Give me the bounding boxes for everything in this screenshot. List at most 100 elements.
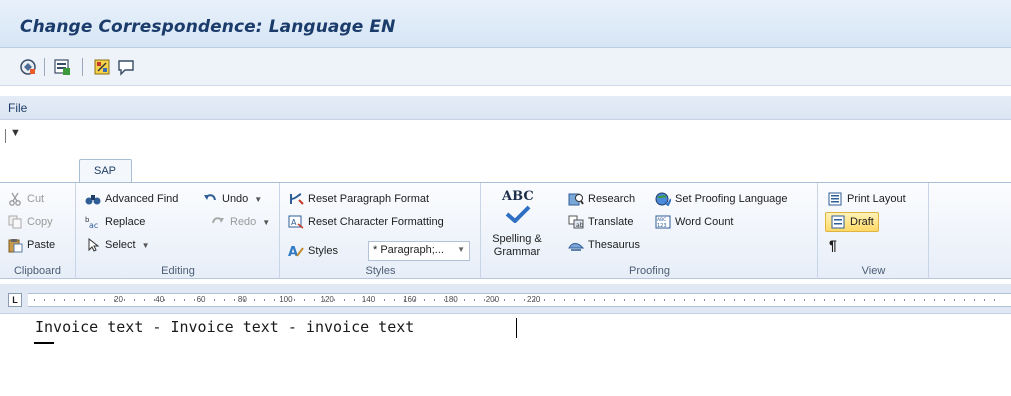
select-label: Select <box>105 239 136 251</box>
checkmark-icon <box>505 205 531 223</box>
ruler-tick <box>664 299 665 301</box>
print-layout-label: Print Layout <box>847 193 906 205</box>
ruler-tick <box>894 299 895 301</box>
set-proofing-language-button[interactable]: Set Proofing Language <box>655 189 788 209</box>
redo-dropdown-icon[interactable]: ▼ <box>262 218 270 227</box>
translate-label: Translate <box>588 216 634 228</box>
local-file-icon[interactable] <box>92 57 112 77</box>
ruler-tick <box>444 299 445 301</box>
copy-button[interactable]: Copy <box>7 212 53 232</box>
print-layout-button[interactable]: Print Layout <box>827 189 906 209</box>
ruler-tick <box>284 299 285 301</box>
comment-icon[interactable] <box>116 57 136 77</box>
cut-button[interactable]: Cut <box>7 189 44 209</box>
sap-toolbar <box>0 48 1011 86</box>
ruler-strip[interactable]: 20406080100120140160180200220 <box>28 293 1011 307</box>
customize-qat-icon[interactable]: ▼ <box>10 127 21 139</box>
ruler-tick <box>534 299 535 301</box>
styles-group-label: Styles <box>365 265 396 277</box>
style-select[interactable]: * Paragraph;... ▼ <box>368 241 470 261</box>
select-button[interactable]: Select ▼ <box>85 235 150 255</box>
replace-button[interactable]: b ac Replace <box>85 212 145 232</box>
paste-button[interactable]: Paste <box>7 235 55 255</box>
editing-group-label: Editing <box>161 265 195 277</box>
ruler-tick <box>974 299 975 301</box>
ruler-tick <box>324 299 325 301</box>
research-button[interactable]: Research <box>568 189 635 209</box>
spelling-grammar-button[interactable]: ABC Spelling & Grammar <box>486 187 548 263</box>
file-menu[interactable]: File <box>8 101 27 115</box>
document-text[interactable]: Invoice text - Invoice text - invoice te… <box>35 318 414 336</box>
ruler-tick <box>314 299 315 301</box>
ruler-tick <box>694 299 695 301</box>
ruler-tick <box>294 299 295 301</box>
ruler-tick <box>414 299 415 301</box>
quick-access-toolbar: ▼ <box>0 121 1011 159</box>
paste-icon <box>7 237 23 253</box>
ruler-tick <box>134 299 135 301</box>
ruler-tick <box>654 299 655 301</box>
reset-paragraph-label: Reset Paragraph Format <box>308 193 430 205</box>
draft-icon <box>830 214 846 230</box>
proofing-group-label: Proofing <box>629 265 670 277</box>
group-styles: Reset Paragraph Format A Reset Character… <box>281 183 481 279</box>
undo-icon <box>202 191 218 207</box>
ruler-tick <box>984 299 985 301</box>
thesaurus-label: Thesaurus <box>588 239 640 251</box>
word-count-icon: ABC 123 <box>655 214 671 230</box>
window-title: Change Correspondence: Language EN <box>20 17 396 37</box>
ruler-tick <box>34 299 35 301</box>
toolbar-separator <box>82 58 83 76</box>
ruler-tick <box>554 299 555 301</box>
ruler-tick <box>584 299 585 301</box>
pointer-icon <box>85 237 101 253</box>
ruler-tick <box>684 299 685 301</box>
draft-button[interactable]: Draft <box>825 212 879 232</box>
ruler-tick <box>64 299 65 301</box>
advanced-find-button[interactable]: Advanced Find <box>85 189 178 209</box>
ribbon: Cut Copy Paste Clipboard Advanced Find U… <box>0 182 1011 279</box>
select-dropdown-icon[interactable]: ▼ <box>142 241 150 250</box>
paste-label: Paste <box>27 239 56 251</box>
word-count-button[interactable]: ABC 123 Word Count <box>655 212 734 232</box>
reset-paragraph-format-button[interactable]: Reset Paragraph Format <box>288 189 429 209</box>
ruler-tick <box>304 299 305 301</box>
redo-button[interactable]: Redo ▼ <box>210 212 270 232</box>
ruler-tick <box>734 299 735 301</box>
ruler[interactable]: L 20406080100120140160180200220 <box>0 284 1011 314</box>
ruler-tick <box>334 299 335 301</box>
show-formatting-button[interactable]: ¶ <box>829 235 837 255</box>
ruler-tick <box>274 299 275 301</box>
ruler-tick <box>874 299 875 301</box>
styles-button[interactable]: A Styles <box>288 241 338 261</box>
redo-icon <box>210 214 226 230</box>
ruler-tick <box>724 299 725 301</box>
svg-text:A: A <box>288 245 298 258</box>
undo-dropdown-icon[interactable]: ▼ <box>254 195 262 204</box>
style-select-value: * Paragraph;... <box>373 244 444 256</box>
ruler-tick <box>344 299 345 301</box>
ruler-tick <box>774 299 775 301</box>
translate-button[interactable]: ab Translate <box>568 212 633 232</box>
reset-character-formatting-button[interactable]: A Reset Character Formatting <box>288 212 444 232</box>
display-change-icon[interactable] <box>18 57 38 77</box>
ruler-tick <box>714 299 715 301</box>
styles-icon: A <box>288 243 304 259</box>
group-clipboard: Cut Copy Paste Clipboard <box>0 183 76 279</box>
ruler-tick <box>194 299 195 301</box>
ruler-tick <box>454 299 455 301</box>
ruler-tick <box>264 299 265 301</box>
undo-button[interactable]: Undo ▼ <box>202 189 262 209</box>
ruler-tick <box>354 299 355 301</box>
tab-stop-selector[interactable]: L <box>8 293 22 307</box>
ruler-tick <box>44 299 45 301</box>
thesaurus-button[interactable]: Thesaurus <box>568 235 640 255</box>
insert-object-icon[interactable] <box>52 57 72 77</box>
advanced-find-label: Advanced Find <box>105 193 179 205</box>
tab-sap-label: SAP <box>94 165 117 177</box>
set-proofing-label: Set Proofing Language <box>675 193 788 205</box>
ruler-tick <box>114 299 115 301</box>
tab-sap[interactable]: SAP <box>79 159 132 183</box>
reset-character-icon: A <box>288 214 304 230</box>
redo-label: Redo <box>230 216 257 228</box>
